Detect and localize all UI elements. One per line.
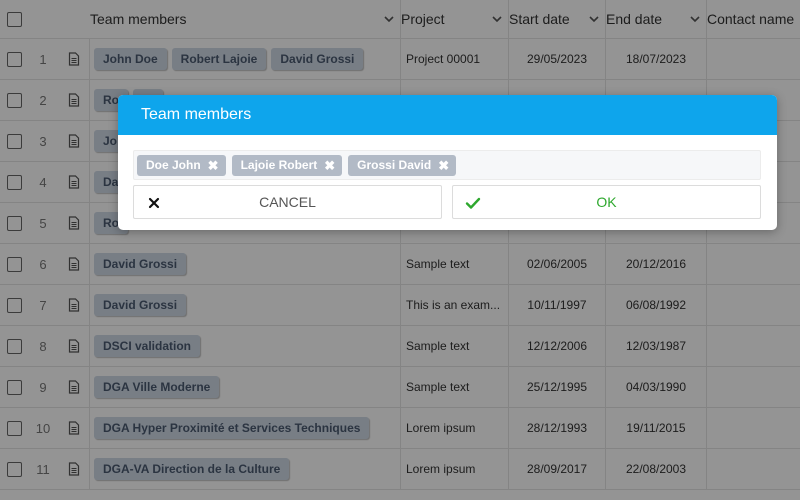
- remove-icon[interactable]: ✖: [324, 159, 335, 172]
- ok-button[interactable]: OK: [452, 185, 761, 219]
- team-members-input[interactable]: Doe John ✖ Lajoie Robert ✖ Grossi David …: [133, 150, 761, 180]
- member-chip-label: Doe John: [146, 158, 201, 172]
- remove-icon[interactable]: ✖: [208, 159, 219, 172]
- member-chip: Doe John ✖: [137, 154, 226, 176]
- dialog-title: Team members: [141, 106, 252, 123]
- member-chip: Lajoie Robert ✖: [231, 154, 343, 176]
- check-icon: [465, 197, 481, 209]
- member-chip-label: Grossi David: [357, 158, 432, 172]
- dialog-header: Team members: [118, 95, 777, 135]
- cancel-button[interactable]: CANCEL: [133, 185, 442, 219]
- remove-icon[interactable]: ✖: [438, 159, 449, 172]
- member-chip-label: Lajoie Robert: [240, 158, 318, 172]
- team-members-dialog: Team members Doe John ✖ Lajoie Robert ✖ …: [118, 95, 777, 230]
- ok-label: OK: [596, 194, 617, 210]
- modal-overlay[interactable]: [0, 0, 800, 500]
- close-icon: [148, 197, 160, 209]
- cancel-label: CANCEL: [259, 194, 316, 210]
- member-chip: Grossi David ✖: [348, 154, 457, 176]
